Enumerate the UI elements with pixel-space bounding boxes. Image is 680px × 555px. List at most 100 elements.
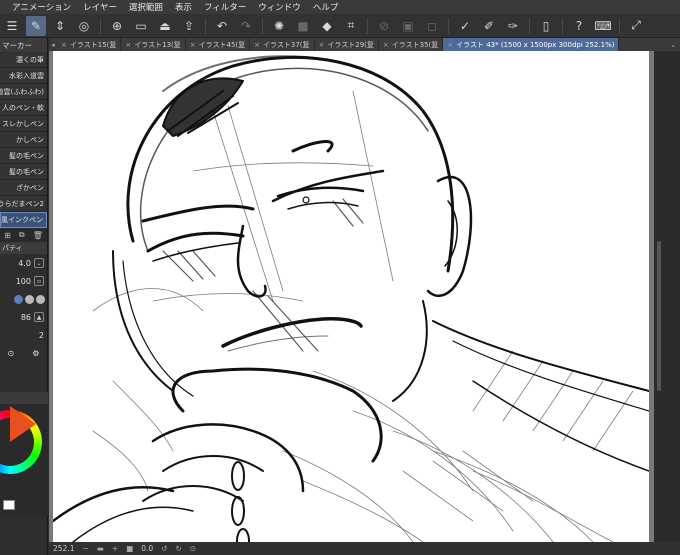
secondary-color-swatch[interactable] <box>3 500 15 510</box>
tab-scroll-left-icon[interactable]: ◂ <box>49 41 57 49</box>
opacity-row[interactable]: 100 ▫ <box>0 272 47 290</box>
help-icon[interactable]: ? <box>569 16 589 36</box>
density-value[interactable]: 86 <box>21 313 31 322</box>
open-folder-icon[interactable]: ▭ <box>131 16 151 36</box>
canvas-tab-active[interactable]: × イラスト 43* (1500 x 1500px 300dpi 252.1%) <box>443 38 620 51</box>
tab-list-dropdown-icon[interactable]: ⌄ <box>666 41 680 49</box>
rotate-handle-icon[interactable]: ■ <box>126 544 133 553</box>
fullscreen-icon[interactable]: ⤢ <box>626 16 646 36</box>
menu-view[interactable]: 表示 <box>171 1 200 13</box>
brush-label: 風インクペン <box>1 216 43 224</box>
density-toggle-icon[interactable]: ▲ <box>34 312 44 322</box>
menu-selection[interactable]: 選択範囲 <box>125 1 171 13</box>
settings-icon[interactable]: ⚙ <box>32 349 39 358</box>
canvas-tab[interactable]: × イラスト15(复 <box>57 38 122 51</box>
brush-item[interactable]: 人のペン・軟 <box>0 100 47 116</box>
copy-subtool-icon[interactable]: ⧉ <box>19 230 25 240</box>
density-row[interactable]: 86 ▲ <box>0 308 47 326</box>
stabilization-value[interactable]: 2 <box>39 331 44 340</box>
canvas-tab[interactable]: × イラスト35(复 <box>378 38 444 51</box>
canvas-tab[interactable]: × イラスト13(复 <box>121 38 186 51</box>
companion-icon[interactable]: ⌨ <box>593 16 613 36</box>
brush-item-selected[interactable]: 風インクペン <box>0 212 47 228</box>
brush-item[interactable]: ざかペン <box>0 180 47 196</box>
transform-icon[interactable]: ⌗ <box>341 16 361 36</box>
close-icon[interactable]: × <box>190 41 196 49</box>
brush-item[interactable]: 入道雲(ふわふわ) <box>0 84 47 100</box>
brush-item[interactable]: 水彩入道雲 <box>0 68 47 84</box>
vertical-scrollbar[interactable] <box>654 51 680 542</box>
brush-item[interactable]: 濃くの筆 <box>0 52 47 68</box>
opacity-lock-icon[interactable]: ▫ <box>34 276 44 286</box>
close-icon[interactable]: × <box>447 41 453 49</box>
menu-window[interactable]: ウィンドウ <box>254 1 309 13</box>
brush-item[interactable]: スレかしペン <box>0 116 47 132</box>
close-icon[interactable]: × <box>61 41 67 49</box>
rotate-right-icon[interactable]: ↻ <box>176 544 182 553</box>
save-icon[interactable]: ⏏ <box>155 16 175 36</box>
canvas-tab[interactable]: × イラスト37(复 <box>250 38 315 51</box>
toolbar-divider <box>262 17 263 34</box>
menu-layer[interactable]: レイヤー <box>79 1 125 13</box>
toolbar-divider <box>100 17 101 34</box>
canvas-paper[interactable] <box>51 51 650 542</box>
opacity-value[interactable]: 100 <box>16 277 31 286</box>
loading-icon[interactable]: ✺ <box>269 16 289 36</box>
brush-label: 髪の毛ペン <box>9 151 44 160</box>
brush-item[interactable]: 髪の毛ペン <box>0 164 47 180</box>
deselect-icon[interactable]: ⊘ <box>374 16 394 36</box>
canvas-tab-label: イラスト29(复 <box>327 40 374 49</box>
brush-item[interactable]: うらだまペン2 <box>0 196 47 212</box>
angle-value[interactable]: 0.0 <box>141 544 153 553</box>
reset-icon[interactable]: ⊙ <box>8 349 15 358</box>
close-icon[interactable]: × <box>125 41 131 49</box>
zoom-value[interactable]: 252.1 <box>53 544 74 553</box>
brush-label: うらだまペン2 <box>0 199 44 208</box>
close-icon[interactable]: × <box>383 41 389 49</box>
updown-icon[interactable]: ⇕ <box>50 16 70 36</box>
crop-icon[interactable]: ◻ <box>422 16 442 36</box>
brush-size-value[interactable]: 4.0 <box>18 259 31 268</box>
color-target-icon[interactable]: ◎ <box>74 16 94 36</box>
brush-item[interactable]: 髪の毛ペン <box>0 148 47 164</box>
brush-tip-soft2-icon[interactable] <box>36 294 45 304</box>
brush-size-toggle-icon[interactable]: ⌄ <box>34 258 44 268</box>
brush-tip-hard-icon[interactable] <box>14 294 23 304</box>
brush-icon[interactable]: ✐ <box>479 16 499 36</box>
marker-icon[interactable]: ✑ <box>503 16 523 36</box>
zoom-slider[interactable]: ▬ <box>97 544 104 553</box>
square-icon[interactable]: ■ <box>293 16 313 36</box>
canvas-tab[interactable]: × イラスト45(复 <box>185 38 251 51</box>
menu-help[interactable]: ヘルプ <box>309 1 347 13</box>
canvas-tab[interactable]: × イラスト29(复 <box>314 38 379 51</box>
brush-tip-soft-icon[interactable] <box>25 294 34 304</box>
stabilization-row[interactable]: 2 <box>0 326 47 344</box>
close-icon[interactable]: × <box>319 41 325 49</box>
undo-icon[interactable]: ↶ <box>212 16 232 36</box>
rotate-left-icon[interactable]: ↺ <box>161 544 167 553</box>
color-triangle[interactable] <box>10 406 36 442</box>
reset-rotation-icon[interactable]: ⊙ <box>190 544 196 553</box>
menu-filter[interactable]: フィルター <box>200 1 254 13</box>
check-pen-icon[interactable]: ✓ <box>455 16 475 36</box>
scrollbar-thumb[interactable] <box>657 241 661 391</box>
brush-size-row[interactable]: 4.0 ⌄ <box>0 254 47 272</box>
fill-icon[interactable]: ◆ <box>317 16 337 36</box>
delete-subtool-icon[interactable]: 🗑 <box>33 231 43 240</box>
zoom-out-icon[interactable]: − <box>82 544 88 553</box>
menu-icon[interactable]: ☰ <box>2 16 22 36</box>
invert-selection-icon[interactable]: ▣ <box>398 16 418 36</box>
zoom-in-icon[interactable]: + <box>112 544 118 553</box>
brush-item[interactable]: かしペン <box>0 132 47 148</box>
close-icon[interactable]: × <box>254 41 260 49</box>
new-canvas-icon[interactable]: ⊕ <box>107 16 127 36</box>
status-bar: 252.1 − ▬ + ■ 0.0 ↺ ↻ ⊙ <box>49 542 680 555</box>
redo-icon[interactable]: ↷ <box>236 16 256 36</box>
canvas-viewport[interactable] <box>49 51 654 542</box>
pen-tool-icon[interactable]: ✎ <box>26 15 46 36</box>
export-icon[interactable]: ⇪ <box>179 16 199 36</box>
add-subtool-icon[interactable]: ⊞ <box>4 231 11 240</box>
toolbar-divider <box>205 17 206 34</box>
menu-animation[interactable]: アニメーション <box>8 1 79 13</box>
device-icon[interactable]: ▯ <box>536 16 556 36</box>
